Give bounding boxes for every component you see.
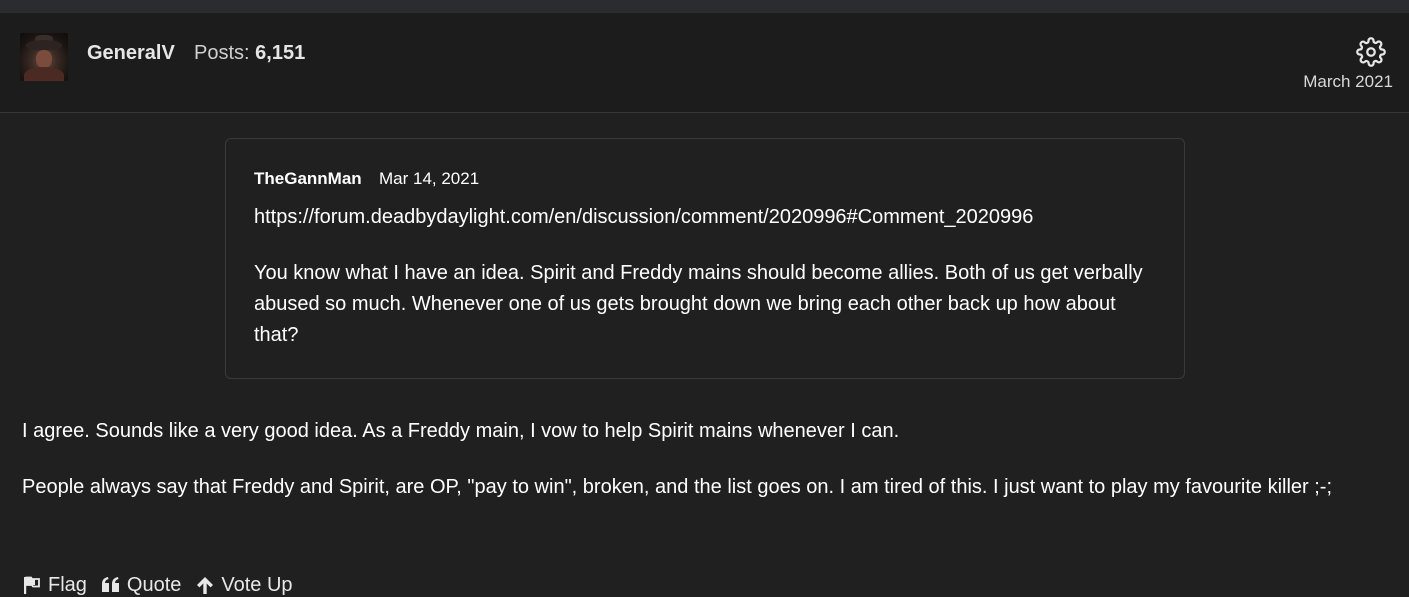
quote-label: Quote	[126, 573, 182, 596]
avatar-hat	[26, 40, 62, 50]
forum-post: GeneralV Posts: 6,151 March 2021 TheGann…	[0, 0, 1409, 597]
author-username[interactable]: GeneralV	[87, 42, 175, 65]
avatar[interactable]	[20, 33, 68, 81]
quote-block: TheGannMan Mar 14, 2021 https://forum.de…	[225, 138, 1185, 379]
post-header: GeneralV Posts: 6,151 March 2021	[0, 13, 1409, 113]
posts-label: Posts:	[194, 42, 250, 64]
post-paragraph-2: People always say that Freddy and Spirit…	[22, 476, 1333, 498]
avatar-face	[36, 50, 52, 68]
quote-link[interactable]: https://forum.deadbydaylight.com/en/disc…	[254, 206, 1033, 229]
quote-text: You know what I have an idea. Spirit and…	[254, 262, 1143, 346]
quote-button[interactable]: Quote	[101, 574, 181, 597]
arrow-up-icon	[195, 575, 215, 595]
posts-count: 6,151	[255, 42, 306, 64]
flag-icon	[22, 575, 42, 595]
flag-label: Flag	[48, 573, 87, 596]
vote-up-button[interactable]: Vote Up	[195, 573, 293, 597]
quote-author[interactable]: TheGannMan	[254, 169, 362, 189]
post-date[interactable]: March 2021	[1303, 72, 1393, 92]
post-actions: Flag Quote Vote Up	[22, 572, 293, 597]
top-strip	[0, 0, 1409, 13]
vote-up-label: Vote Up	[221, 573, 293, 596]
flag-button[interactable]: Flag	[22, 574, 87, 597]
quote-icon	[101, 576, 121, 594]
gear-icon[interactable]	[1356, 37, 1386, 67]
quote-date[interactable]: Mar 14, 2021	[379, 169, 479, 189]
author-posts: Posts: 6,151	[194, 42, 305, 65]
post-paragraph-1: I agree. Sounds like a very good idea. A…	[22, 420, 900, 442]
avatar-shoulders	[24, 67, 64, 81]
